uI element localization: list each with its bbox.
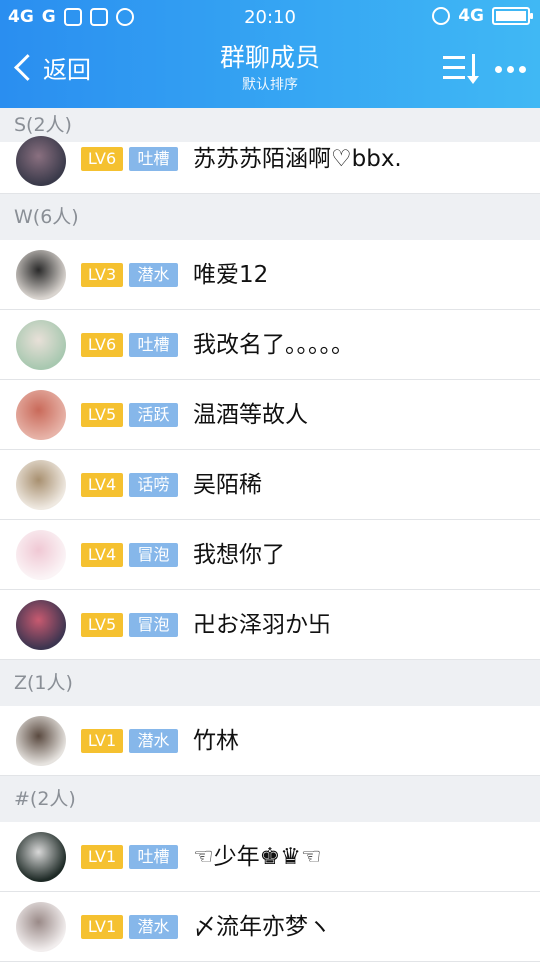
member-list: S(2人) LV6 吐槽 苏苏苏陌涵啊♡bbx. W(6人) LV3 潜水 唯爱12 LV6 吐槽…: [0, 108, 540, 962]
member-row[interactable]: LV1 潜水 〆流年亦梦ヽ: [0, 892, 540, 962]
section-header: #(2人): [0, 776, 540, 822]
member-name: 〆流年亦梦ヽ: [193, 914, 331, 940]
activity-tag: 冒泡: [129, 613, 178, 637]
avatar[interactable]: [16, 832, 66, 882]
alarm-icon: [432, 7, 451, 25]
level-badge: LV6: [81, 333, 123, 357]
member-row[interactable]: LV6 吐槽 我改名了。。。。。: [0, 310, 540, 380]
activity-tag: 冒泡: [129, 543, 178, 567]
member-name: 卍お泽羽か卐: [193, 612, 331, 638]
member-name: 竹林: [193, 728, 239, 754]
member-name: 苏苏苏陌涵啊♡bbx.: [193, 146, 402, 172]
avatar[interactable]: [16, 530, 66, 580]
level-badge: LV5: [81, 613, 123, 637]
member-row[interactable]: LV5 活跃 温酒等故人: [0, 380, 540, 450]
member-row[interactable]: LV6 吐槽 苏苏苏陌涵啊♡bbx.: [0, 136, 540, 194]
level-badge: LV4: [81, 543, 123, 567]
nav-bar: 返回 群聊成员 默认排序: [0, 34, 540, 108]
level-badge: LV1: [81, 729, 123, 753]
member-name: 唯爱12: [193, 262, 269, 288]
activity-tag: 吐槽: [129, 147, 178, 171]
level-badge: LV4: [81, 473, 123, 497]
activity-tag: 吐槽: [129, 333, 178, 357]
level-badge: LV5: [81, 403, 123, 427]
level-badge: LV1: [81, 915, 123, 939]
level-badge: LV1: [81, 845, 123, 869]
avatar[interactable]: [16, 460, 66, 510]
level-badge: LV6: [81, 147, 123, 171]
avatar[interactable]: [16, 320, 66, 370]
member-row[interactable]: LV5 冒泡 卍お泽羽か卐: [0, 590, 540, 660]
more-options-icon[interactable]: [495, 65, 526, 73]
avatar[interactable]: [16, 250, 66, 300]
section-header: Z(1人): [0, 660, 540, 706]
member-row[interactable]: LV4 话唠 吴陌稀: [0, 450, 540, 520]
activity-tag: 活跃: [129, 403, 178, 427]
activity-tag: 潜水: [129, 263, 178, 287]
member-row[interactable]: LV3 潜水 唯爱12: [0, 240, 540, 310]
avatar[interactable]: [16, 390, 66, 440]
member-name: 吴陌稀: [193, 472, 262, 498]
activity-tag: 潜水: [129, 729, 178, 753]
avatar[interactable]: [16, 902, 66, 952]
avatar[interactable]: [16, 600, 66, 650]
member-name: 我改名了。。。。。: [193, 332, 354, 358]
member-row[interactable]: LV4 冒泡 我想你了: [0, 520, 540, 590]
section-header: S(2人): [0, 108, 540, 142]
avatar[interactable]: [16, 136, 66, 186]
header-bar: 4G G 20:10 4G 返回 群聊成员 默认排序: [0, 0, 540, 108]
avatar[interactable]: [16, 716, 66, 766]
member-name: 我想你了: [193, 542, 285, 568]
member-name: 温酒等故人: [193, 402, 308, 428]
status-bar: 4G G 20:10 4G: [0, 0, 540, 34]
level-badge: LV3: [81, 263, 123, 287]
activity-tag: 潜水: [129, 915, 178, 939]
sort-icon[interactable]: [443, 54, 479, 84]
activity-tag: 话唠: [129, 473, 178, 497]
member-row[interactable]: LV1 吐槽 ☜少年♚♛☜: [0, 822, 540, 892]
battery-icon: [492, 7, 533, 25]
member-name: ☜少年♚♛☜: [193, 844, 322, 870]
activity-tag: 吐槽: [129, 845, 178, 869]
section-header: W(6人): [0, 194, 540, 240]
member-row[interactable]: LV1 潜水 竹林: [0, 706, 540, 776]
network-type: 4G: [458, 6, 484, 26]
